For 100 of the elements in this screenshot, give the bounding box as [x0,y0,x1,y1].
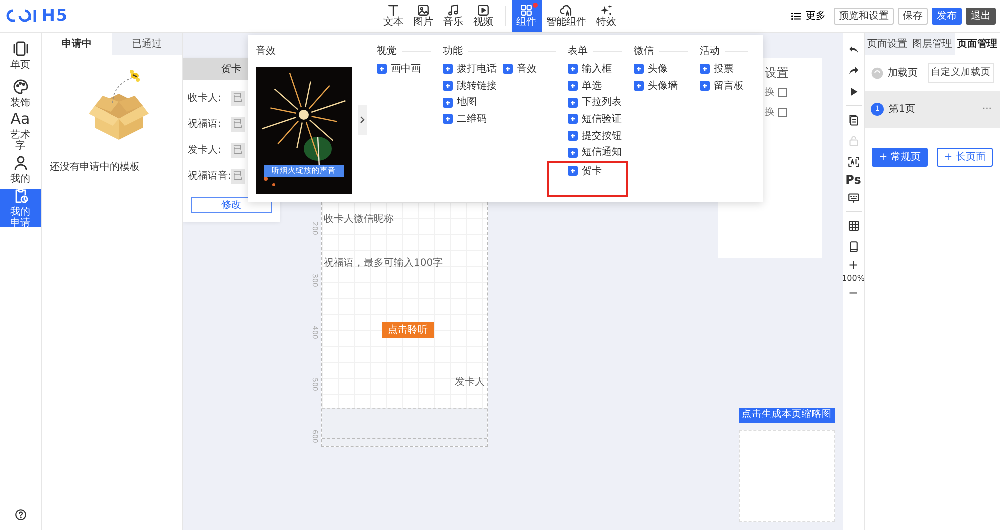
sender-text: 发卡人 [455,376,485,390]
lock-icon [848,134,860,146]
menu-item[interactable]: 短信通知 [568,144,628,162]
tool-button[interactable]: + [848,257,859,272]
list-icon [791,10,802,22]
section-title: 功能 [443,44,463,58]
menu-item[interactable]: 留言板 [700,78,760,94]
menu-item[interactable]: 二维码 [443,111,503,128]
custom-loading-button[interactable]: 自定义加载页 [928,62,994,84]
menu-item[interactable]: 头像 [634,61,694,78]
menu-item[interactable]: 画中画 [377,61,437,78]
menu-item[interactable]: 短信验证 [568,111,628,128]
tool-button[interactable]: Ps [846,172,862,187]
component-icon [377,64,387,74]
menu-item[interactable]: 地图 [443,94,503,112]
loading-page-label: 加载页 [888,66,918,80]
tool-button[interactable]: 100% [842,272,865,285]
panel-tab[interactable]: 已通过 [112,33,182,55]
component-icon [568,98,578,108]
sidebar-item[interactable]: 我的申请 [0,189,41,227]
field-label: 收卡人: [188,92,222,106]
field-label: 发卡人: [188,144,222,158]
more-button[interactable]: 更多 [791,8,826,24]
component-icon [700,64,710,74]
toolbar-tab[interactable]: 特效 [592,0,622,32]
sparkle-icon [600,4,613,17]
phone-icon [12,41,28,57]
section-title: 视觉 [377,44,397,58]
menu-item[interactable]: 音效 [503,61,563,78]
video-icon [477,4,490,17]
preview-title: 音效 [256,44,277,59]
panel-tab[interactable]: 页面设置 [865,33,910,55]
ai-scan-icon [848,156,860,168]
menu-item[interactable]: 提交按钮 [568,128,628,144]
component-icon [503,64,513,74]
component-icon [568,64,578,74]
add-page-button[interactable]: + 常规页 [872,148,928,167]
sidebar-item[interactable]: 我的 [0,151,41,189]
message-text: 祝福语，最多可输入100字 [324,256,444,271]
loading-icon [871,66,884,80]
music-note-icon [447,4,460,17]
toolbar-tab[interactable]: 图片 [408,0,438,32]
grid-icon [520,4,533,17]
component-icon [568,131,578,142]
keyboard-icon [848,192,860,204]
help-icon[interactable] [14,509,26,521]
toolbar-tab[interactable]: 视频 [468,0,498,32]
component-icon [443,81,453,92]
component-icon [443,64,453,74]
toolbar-tab[interactable]: 组件 [512,0,542,32]
component-icon [568,81,578,92]
checkbox[interactable] [778,108,787,116]
logo-text: H5 [42,5,69,27]
sidebar-item[interactable]: 装饰 [0,75,41,113]
cloud-ai-icon [560,4,573,17]
box-drawing [87,68,151,140]
toolbar-button[interactable]: 退出 [966,8,996,24]
option-label: 换 [765,86,775,100]
section-title: 活动 [700,44,720,58]
add-page-button[interactable]: + 长页面 [937,148,993,167]
component-icon [634,81,644,92]
redo-icon [848,64,860,76]
page-label: 第1页 [889,103,916,117]
toolbar-button[interactable]: 预览和设置 [834,8,894,24]
sidebar-item[interactable]: Aa 艺术字 [0,113,41,151]
edit-button[interactable]: 修改 [191,197,272,213]
field-label: 祝福语音: [188,170,231,184]
copy-icon [848,114,860,126]
generate-thumbnail-button[interactable]: 点击生成本页缩略图 [739,408,835,423]
menu-item[interactable]: 投票 [700,61,760,78]
component-icon [443,98,453,108]
menu-item[interactable]: 下拉列表 [568,94,628,112]
field-label: 祝福语: [188,118,222,132]
menu-item[interactable]: 拨打电话 [443,61,503,78]
menu-item[interactable]: 单选 [568,78,628,94]
section-title: 表单 [568,44,588,58]
option-label: 换 [765,106,775,120]
tool-button[interactable]: − [848,285,859,300]
panel-tab[interactable]: 图层管理 [910,33,955,55]
menu-item[interactable]: 头像墙 [634,78,694,94]
section-title: 微信 [634,44,654,58]
sidebar-item[interactable]: 单页 [0,37,41,75]
chevron-right-icon [359,116,366,124]
toolbar-tab[interactable]: 音乐 [438,0,468,32]
component-icon [568,148,578,158]
phone-icon [848,240,860,252]
undo-icon [848,44,860,56]
menu-item[interactable]: 输入框 [568,61,628,78]
more-menu[interactable]: ··· [982,102,992,117]
menu-item[interactable]: 贺卡 [568,163,602,180]
toolbar-tab[interactable]: 智能组件 [542,0,592,32]
toolbar-button[interactable]: 发布 [932,8,962,24]
component-icon [568,114,578,124]
toolbar-button[interactable]: 保存 [898,8,928,24]
empty-message: 还没有申请中的模板 [50,160,141,175]
collapse-tab[interactable] [358,105,367,135]
component-icon [568,166,578,176]
toolbar-tab[interactable]: 文本 [378,0,408,32]
checkbox[interactable] [778,88,787,96]
menu-item[interactable]: 跳转链接 [443,78,503,94]
